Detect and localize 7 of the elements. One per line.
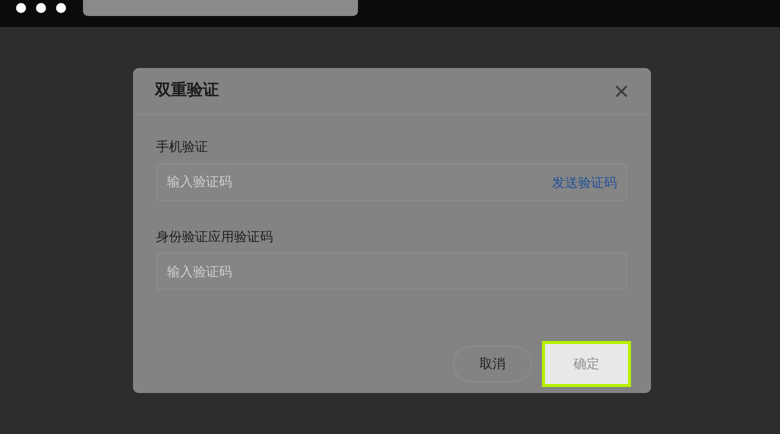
field-label: 身份验证应用验证码	[156, 228, 274, 246]
dialog-title: 双重验证	[155, 80, 219, 101]
send-code-link[interactable]: 发送验证码	[552, 172, 617, 192]
field-label: 手机验证	[156, 138, 209, 156]
cancel-button[interactable]: 取消	[453, 346, 532, 382]
code-input-field[interactable]: 输入验证码	[156, 252, 627, 290]
close-button[interactable]: ×	[614, 78, 629, 104]
